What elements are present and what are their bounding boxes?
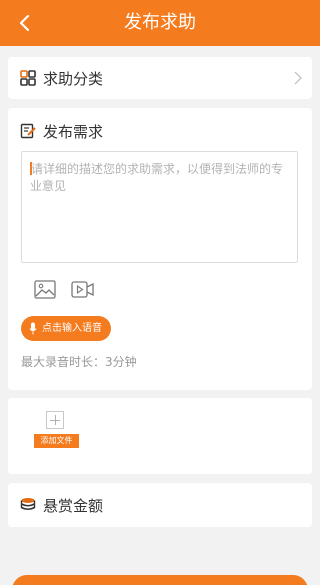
voice-button-label: 点击输入语音 [42, 323, 102, 334]
submit-button[interactable] [12, 575, 308, 585]
reward-label: 悬赏金额 [43, 497, 104, 515]
plus-icon[interactable] [46, 411, 64, 429]
add-file-button[interactable]: 添加文件 [34, 434, 79, 448]
reward-row[interactable]: 悬赏金额 [8, 483, 312, 527]
file-card: 添加文件 [8, 398, 312, 474]
request-placeholder: 请详细的描述您的求助需求，以便得到法师的专业意见 [30, 162, 284, 193]
voice-duration-note: 最大录音时长：3分钟 [21, 355, 137, 369]
category-label: 求助分类 [43, 70, 104, 88]
category-row[interactable]: 求助分类 [8, 57, 312, 99]
page-title: 发布求助 [124, 12, 196, 33]
edit-note-icon [20, 123, 36, 139]
request-card: 发布需求 请详细的描述您的求助需求，以便得到法师的专业意见 点击输入语音 最大录… [8, 108, 312, 390]
voice-input-button[interactable]: 点击输入语音 [21, 316, 111, 341]
grid-icon [20, 70, 36, 86]
coins-icon [20, 498, 36, 511]
chevron-right-icon [294, 71, 302, 85]
microphone-icon [29, 322, 37, 335]
video-icon[interactable] [71, 280, 95, 299]
image-icon[interactable] [34, 280, 56, 299]
top-bar: 发布求助 [0, 0, 320, 46]
request-textarea[interactable]: 请详细的描述您的求助需求，以便得到法师的专业意见 [21, 151, 298, 263]
request-label: 发布需求 [43, 123, 104, 141]
